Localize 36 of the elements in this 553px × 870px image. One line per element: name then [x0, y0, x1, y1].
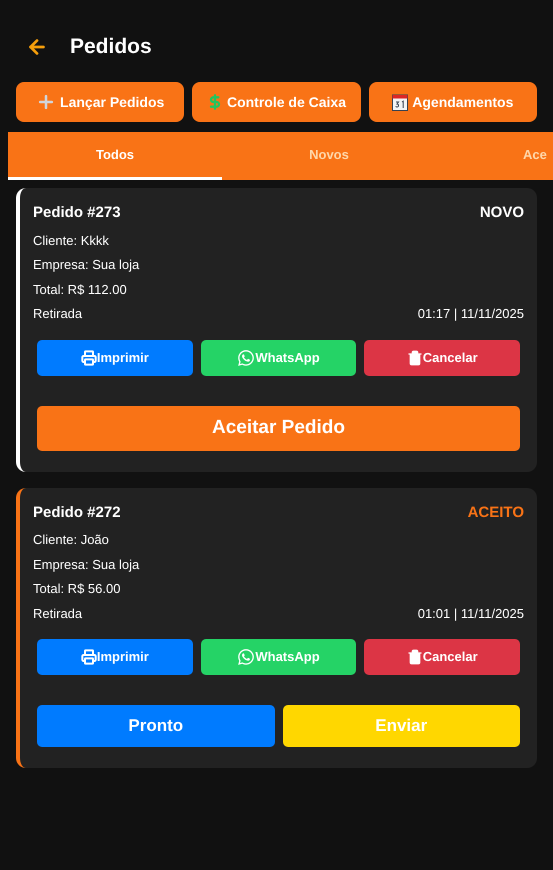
order-status: NOVO	[480, 203, 524, 223]
order-status-button[interactable]: Aceitar Pedido	[37, 406, 520, 450]
calendar-icon	[392, 94, 408, 110]
client-name: Cliente: João	[33, 531, 110, 549]
order-action-button[interactable]: Cancelar	[364, 340, 520, 376]
order-action-button[interactable]: Imprimir	[37, 340, 193, 376]
order-action-button[interactable]: Imprimir	[37, 639, 193, 675]
order-total: Total: R$ 112.00	[33, 280, 128, 298]
quick-action-button[interactable]: Agendamentos	[368, 82, 537, 122]
order-total: Total: R$ 56.00	[33, 580, 122, 598]
company-name: Empresa: Sua loja	[33, 556, 140, 574]
delivery-type: Retirada	[33, 305, 82, 323]
order-status-button[interactable]: Pronto	[37, 705, 274, 747]
order-status: ACEITO	[468, 502, 524, 522]
printer-icon	[80, 350, 97, 366]
tab[interactable]: Novos	[222, 132, 436, 180]
order-action-button[interactable]: Cancelar	[364, 639, 520, 675]
trash-icon	[406, 649, 423, 665]
order-action-button[interactable]: WhatsApp	[200, 639, 356, 675]
quick-action-button[interactable]: Controle de Caixa	[192, 82, 361, 122]
order-number: Pedido #273	[33, 203, 121, 223]
quick-action-button[interactable]: Lançar Pedidos	[16, 82, 184, 122]
delivery-type: Retirada	[33, 604, 82, 622]
tab[interactable]: Todos	[8, 132, 222, 180]
trash-icon	[406, 350, 423, 366]
order-number: Pedido #272	[33, 502, 121, 522]
order-time: 01:17 | 11/11/2025	[418, 305, 524, 323]
order-time: 01:01 | 11/11/2025	[418, 604, 524, 623]
whatsapp-icon	[237, 348, 256, 366]
tab[interactable]: Ace	[436, 132, 553, 180]
company-name: Empresa: Sua loja	[33, 256, 140, 274]
whatsapp-icon	[237, 648, 256, 666]
client-name: Cliente: Kkkk	[33, 232, 110, 250]
page-title: Pedidos	[70, 34, 152, 60]
order-action-button[interactable]: WhatsApp	[200, 340, 356, 376]
printer-icon	[80, 649, 97, 665]
